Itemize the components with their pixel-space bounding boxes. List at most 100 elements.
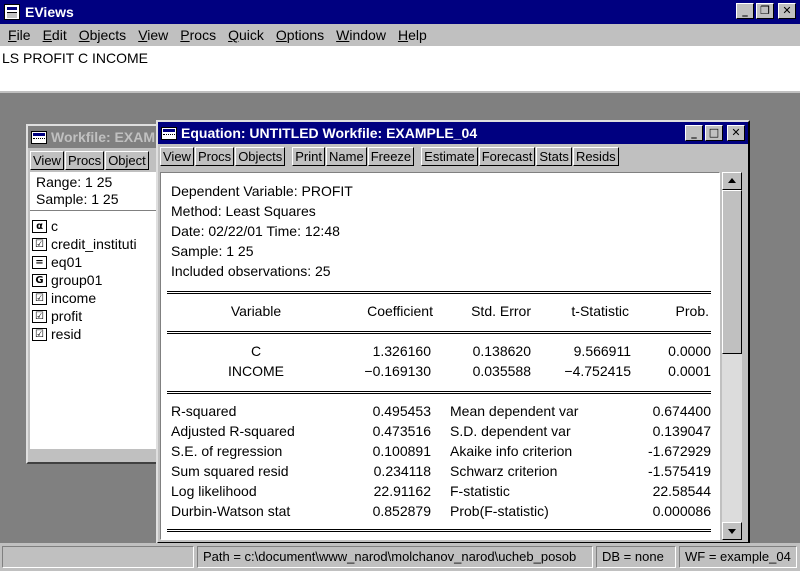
workfile-title-bar[interactable]: Workfile: EXAM <box>28 126 174 148</box>
print-button[interactable]: Print <box>292 146 325 166</box>
menu-bar: File Edit Objects View Procs Quick Optio… <box>0 24 800 46</box>
group-icon: G <box>32 273 47 287</box>
scroll-up-button[interactable] <box>722 172 742 190</box>
menu-window[interactable]: Window <box>330 27 392 43</box>
table-row: INCOME −0.169130 0.035588 −4.752415 0.00… <box>161 363 719 383</box>
prob-value: 0.0001 <box>668 363 711 379</box>
estimation-header: Dependent Variable: PROFIT Method: Least… <box>171 181 353 281</box>
vertical-scrollbar[interactable] <box>722 172 742 540</box>
stat-label: Schwarz criterion <box>450 463 558 479</box>
stat-label: Mean dependent var <box>450 403 579 419</box>
freeze-button[interactable]: Freeze <box>367 146 415 166</box>
workfile-range-info: Range: 1 25 Sample: 1 25 <box>30 172 172 211</box>
command-window[interactable]: LS PROFIT C INCOME <box>0 46 800 93</box>
app-title-bar[interactable]: EViews _ ❐ ✕ <box>0 0 800 24</box>
objects-button[interactable]: Objects <box>235 146 286 166</box>
forecast-button[interactable]: Forecast <box>478 146 536 166</box>
column-header-variable: Variable <box>230 303 282 319</box>
stat-label: S.D. dependent var <box>450 423 571 439</box>
list-item[interactable]: = eq01 <box>30 253 172 271</box>
list-item[interactable]: α c <box>30 217 172 235</box>
menu-quick[interactable]: Quick <box>222 27 270 43</box>
app-title: EViews <box>25 4 74 20</box>
equation-output[interactable]: Dependent Variable: PROFIT Method: Least… <box>160 172 720 540</box>
t-statistic-value: 9.566911 <box>573 343 631 359</box>
list-item[interactable]: ☑ profit <box>30 307 172 325</box>
estimation-sample: Sample: 1 25 <box>171 243 254 259</box>
menu-view[interactable]: View <box>132 27 174 43</box>
coefficient-table: C 1.326160 0.138620 9.566911 0.0000 INCO… <box>161 343 719 383</box>
stat-row: Durbin-Watson stat 0.852879 Prob(F-stati… <box>161 503 719 523</box>
equation-minimize-button[interactable]: _ <box>685 125 703 141</box>
object-name: profit <box>51 308 83 324</box>
arrow-down-icon <box>728 529 736 534</box>
stat-value: 22.58544 <box>652 483 711 499</box>
app-restore-button[interactable]: ❐ <box>756 3 774 19</box>
app-minimize-button[interactable]: _ <box>736 3 754 19</box>
table-divider <box>167 529 711 532</box>
name-button[interactable]: Name <box>326 146 367 166</box>
series-icon: ☑ <box>32 327 47 341</box>
app-close-button[interactable]: ✕ <box>778 3 796 19</box>
estimation-method: Method: Least Squares <box>171 203 316 219</box>
list-item[interactable]: ☑ resid <box>30 325 172 343</box>
equation-toolbar: View Procs Objects Print Name Freeze Est… <box>158 144 748 168</box>
workfile-icon[interactable] <box>31 130 47 144</box>
equation-close-button[interactable]: ✕ <box>727 125 745 141</box>
eviews-app-icon[interactable] <box>4 4 20 20</box>
table-divider <box>167 391 711 394</box>
menu-help[interactable]: Help <box>392 27 433 43</box>
coefficient-icon: α <box>32 219 47 233</box>
equation-title-bar[interactable]: Equation: UNTITLED Workfile: EXAMPLE_04 … <box>158 122 748 144</box>
menu-file[interactable]: File <box>2 27 37 43</box>
series-icon: ☑ <box>32 237 47 251</box>
list-item[interactable]: ☑ credit_instituti <box>30 235 172 253</box>
object-name: income <box>51 290 97 306</box>
workfile-view-button[interactable]: View <box>30 150 64 170</box>
workfile-sample[interactable]: Sample: 1 25 <box>36 191 166 208</box>
menu-objects[interactable]: Objects <box>73 27 132 43</box>
scroll-down-button[interactable] <box>722 522 742 540</box>
view-button[interactable]: View <box>160 146 194 166</box>
workfile-objects-button[interactable]: Object <box>105 150 149 170</box>
t-statistic-value: −4.752415 <box>564 363 631 379</box>
stats-button[interactable]: Stats <box>536 146 572 166</box>
status-db[interactable]: DB = none <box>596 546 676 568</box>
coefficient-value: −0.169130 <box>364 363 431 379</box>
stat-label: Log likelihood <box>171 483 257 499</box>
std-error-value: 0.035588 <box>472 363 531 379</box>
workfile-window[interactable]: Workfile: EXAM View Procs Object Range: … <box>26 124 176 464</box>
equation-window[interactable]: Equation: UNTITLED Workfile: EXAMPLE_04 … <box>156 120 750 544</box>
menu-edit[interactable]: Edit <box>37 27 73 43</box>
procs-button[interactable]: Procs <box>194 146 235 166</box>
stat-row: Log likelihood 22.91162 F-statistic 22.5… <box>161 483 719 503</box>
list-item[interactable]: ☑ income <box>30 289 172 307</box>
stat-label: Durbin-Watson stat <box>171 503 291 519</box>
scroll-thumb[interactable] <box>722 190 742 354</box>
status-wf[interactable]: WF = example_04 <box>679 546 797 568</box>
menu-options[interactable]: Options <box>270 27 330 43</box>
series-icon: ☑ <box>32 291 47 305</box>
estimate-button[interactable]: Estimate <box>421 146 478 166</box>
table-header-row: Variable Coefficient Std. Error t-Statis… <box>161 303 719 323</box>
equation-title: Equation: UNTITLED Workfile: EXAMPLE_04 <box>181 125 478 141</box>
summary-statistics: R-squared 0.495453 Mean dependent var 0.… <box>161 403 719 523</box>
column-header-prob: Prob. <box>675 303 709 319</box>
object-name: credit_instituti <box>51 236 137 252</box>
equation-window-controls: _ □ ✕ <box>685 125 745 141</box>
equation-window-icon[interactable] <box>161 126 177 140</box>
object-name: group01 <box>51 272 103 288</box>
equation-icon: = <box>32 255 47 269</box>
resids-button[interactable]: Resids <box>572 146 619 166</box>
menu-procs[interactable]: Procs <box>174 27 222 43</box>
equation-maximize-button[interactable]: □ <box>705 125 723 141</box>
workfile-procs-button[interactable]: Procs <box>64 150 105 170</box>
column-header-t-statistic: t-Statistic <box>571 303 629 319</box>
coefficient-table-header: Variable Coefficient Std. Error t-Statis… <box>161 303 719 323</box>
workfile-range[interactable]: Range: 1 25 <box>36 174 166 191</box>
workfile-toolbar: View Procs Object <box>28 148 174 172</box>
coefficient-value: 1.326160 <box>372 343 431 359</box>
stat-value: 0.234118 <box>373 463 431 479</box>
status-path[interactable]: Path = c:\document\www_narod\molchanov_n… <box>197 546 593 568</box>
list-item[interactable]: G group01 <box>30 271 172 289</box>
